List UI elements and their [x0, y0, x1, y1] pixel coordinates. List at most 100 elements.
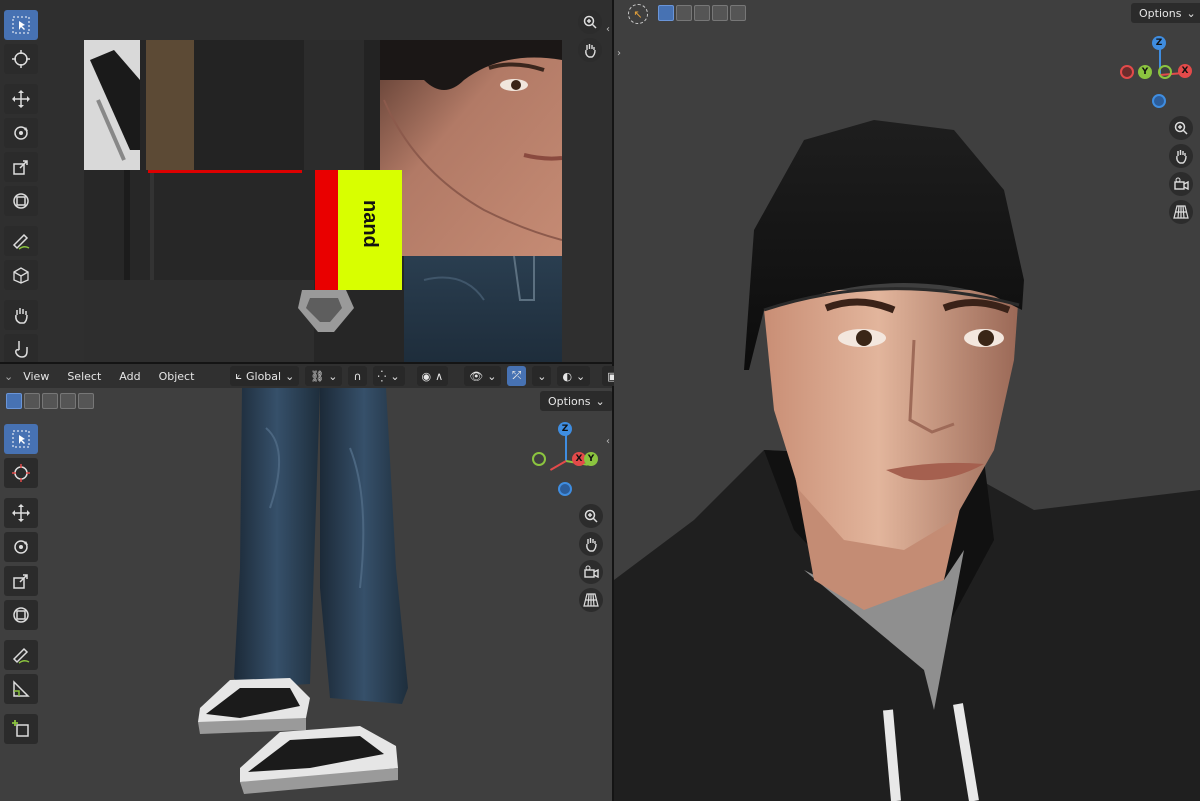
zoom-button[interactable] — [579, 504, 603, 528]
gizmo-neg-z-axis[interactable] — [558, 482, 572, 496]
select-subtract-icon[interactable] — [694, 5, 710, 21]
gizmo-neg-y-axis[interactable] — [1158, 65, 1172, 79]
pinch-tool[interactable] — [4, 334, 38, 362]
pivot-point-dropdown[interactable]: ⛓ ⌄ — [305, 366, 343, 386]
cursor-arrow-icon — [12, 430, 30, 448]
select-extend-icon[interactable] — [676, 5, 692, 21]
snap-target-dropdown[interactable]: ⁛ ⌄ — [372, 366, 405, 386]
add-cube-tool[interactable] — [4, 714, 38, 744]
zoom-icon — [1174, 121, 1188, 135]
cursor-tool[interactable] — [4, 44, 38, 74]
rotate-tool[interactable] — [4, 532, 38, 562]
annotate-tool[interactable] — [4, 640, 38, 670]
select-intersect-icon[interactable] — [78, 393, 94, 409]
zoom-button[interactable] — [1169, 116, 1193, 140]
zoom-icon — [583, 15, 597, 29]
select-new-icon[interactable] — [6, 393, 22, 409]
pan-button[interactable] — [1169, 144, 1193, 168]
camera-icon — [1174, 177, 1189, 191]
perspective-toggle-button[interactable] — [579, 588, 603, 612]
viewport-bottom-left[interactable]: Options ⌄ Z X Y ‹ — [0, 364, 612, 801]
select-invert-icon[interactable] — [712, 5, 728, 21]
menu-view[interactable]: View — [15, 365, 57, 387]
move-tool[interactable] — [4, 84, 38, 114]
proportional-edit-toggle[interactable]: ◉ ∧ — [416, 366, 449, 386]
uv-editor-area[interactable]: nand ‹ — [0, 0, 612, 362]
overlay-icon: ◐ — [562, 369, 573, 383]
grab-tool[interactable] — [4, 300, 38, 330]
sidebar-toggle-arrow[interactable]: ‹ — [603, 22, 612, 36]
camera-view-button[interactable] — [579, 560, 603, 584]
gizmo-neg-y-axis[interactable] — [532, 452, 546, 466]
grid-icon — [583, 593, 599, 607]
gizmo-z-axis[interactable]: Z — [1152, 36, 1166, 50]
rotate-tool[interactable] — [4, 118, 38, 148]
sidebar-toggle-arrow[interactable]: ‹ — [603, 434, 612, 448]
uv-toolbar — [4, 8, 38, 362]
transform-tool[interactable] — [4, 600, 38, 630]
gizmo-dropdown[interactable]: ⌄ — [532, 366, 552, 386]
cursor-arrow-icon — [12, 16, 30, 34]
magnet-icon: ∩ — [353, 369, 362, 383]
select-extend-icon[interactable] — [24, 393, 40, 409]
toolbar-toggle-arrow[interactable]: › — [614, 46, 624, 60]
select-invert-icon[interactable] — [60, 393, 76, 409]
transform-orientation-dropdown[interactable]: ⟀ Global ⌄ — [230, 366, 300, 386]
snap-grid-icon: ⁛ — [377, 369, 387, 383]
viewport-toolbar — [4, 422, 38, 746]
gizmo-y-axis[interactable]: Y — [584, 452, 598, 466]
select-mode-icons — [6, 393, 94, 409]
scale-tool[interactable] — [4, 152, 38, 182]
gizmo-x-axis[interactable]: X — [1178, 64, 1192, 78]
scale-tool[interactable] — [4, 566, 38, 596]
menu-add[interactable]: Add — [111, 365, 148, 387]
perspective-toggle-button[interactable] — [1169, 200, 1193, 224]
pan-button[interactable] — [579, 532, 603, 556]
select-box-tool[interactable] — [4, 10, 38, 40]
annotate-tool[interactable] — [4, 226, 38, 256]
collapse-arrow-icon[interactable]: ⌄ — [4, 370, 13, 383]
navigation-gizmo[interactable]: Z X Y — [528, 420, 604, 500]
gizmo-neg-z-axis[interactable] — [1152, 94, 1166, 108]
transform-tool[interactable] — [4, 186, 38, 216]
navigation-gizmo[interactable]: Z Y X — [1118, 34, 1198, 114]
menu-select[interactable]: Select — [59, 365, 109, 387]
pan-button[interactable] — [578, 38, 602, 62]
rip-region-tool[interactable] — [4, 260, 38, 290]
transform-orientation-label: Global — [245, 369, 282, 383]
select-box-tool[interactable] — [4, 424, 38, 454]
gizmo-neg-x-axis[interactable] — [1120, 65, 1134, 79]
zoom-button[interactable] — [578, 10, 602, 34]
gizmo-toggle[interactable]: ⤱ — [507, 366, 527, 386]
tweak-tool-icon[interactable]: ↖ — [628, 4, 648, 24]
select-new-icon[interactable] — [658, 5, 674, 21]
select-subtract-icon[interactable] — [42, 393, 58, 409]
chevron-down-icon: ⌄ — [537, 369, 547, 383]
snap-toggle[interactable]: ∩ — [348, 366, 367, 386]
measure-tool[interactable] — [4, 674, 38, 704]
chevron-down-icon: ⌄ — [487, 369, 497, 383]
overlay-toggle[interactable]: ◐ ⌄ — [557, 366, 591, 386]
cursor-tool[interactable] — [4, 458, 38, 488]
eye-icon: 👁 — [469, 369, 484, 383]
gizmo-y-axis[interactable]: Y — [1138, 65, 1152, 79]
cube-icon — [13, 267, 29, 284]
options-dropdown[interactable]: Options ⌄ — [1131, 3, 1200, 23]
zoom-icon — [584, 509, 598, 523]
add-cube-icon — [12, 720, 29, 737]
transform-icon — [13, 193, 29, 209]
character-legs-render — [198, 388, 408, 794]
menu-object[interactable]: Object — [151, 365, 203, 387]
character-head-render — [614, 120, 1200, 801]
viewport-right[interactable]: ↖ Options ⌄ Z Y X › — [614, 0, 1200, 801]
gizmo-z-axis[interactable]: Z — [558, 422, 572, 436]
camera-icon — [584, 565, 599, 579]
options-dropdown[interactable]: Options ⌄ — [540, 391, 612, 411]
select-intersect-icon[interactable] — [730, 5, 746, 21]
camera-view-button[interactable] — [1169, 172, 1193, 196]
texture-atlas-image: nand — [84, 40, 562, 362]
texture-decal-text: nand — [359, 200, 381, 248]
move-tool[interactable] — [4, 498, 38, 528]
visibility-dropdown[interactable]: 👁 ⌄ — [464, 366, 502, 386]
hand-icon — [585, 44, 596, 58]
